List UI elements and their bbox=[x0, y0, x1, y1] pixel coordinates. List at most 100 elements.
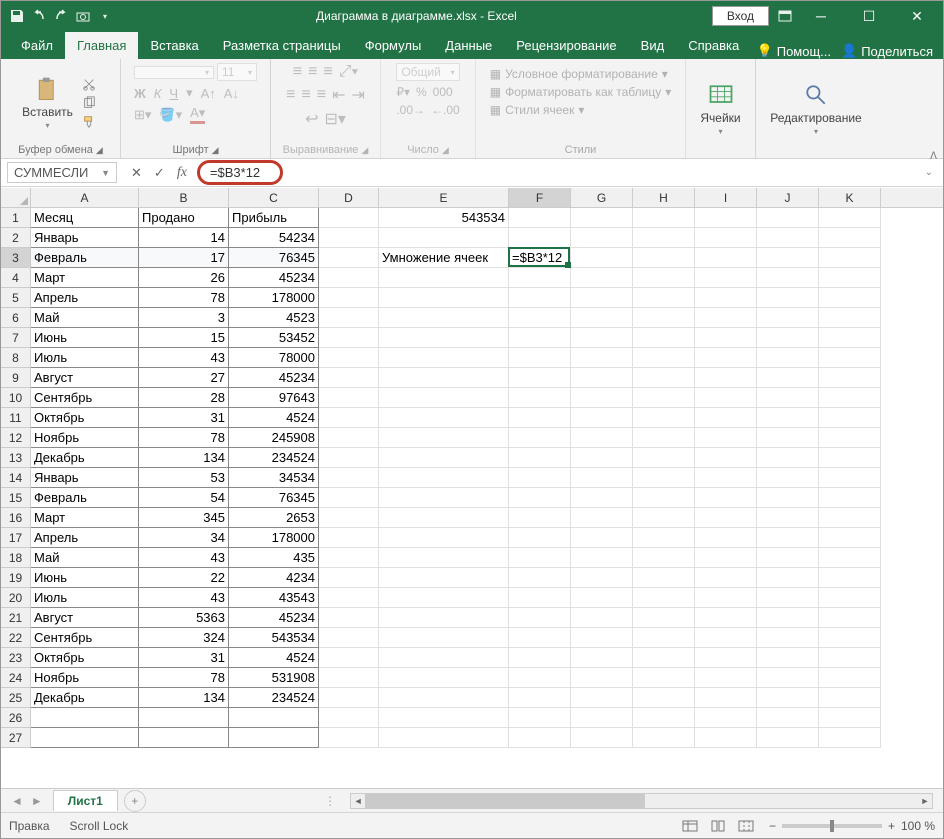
row-header[interactable]: 22 bbox=[1, 628, 31, 648]
cell[interactable]: Август bbox=[31, 368, 139, 388]
qat-dropdown-icon[interactable]: ▾ bbox=[97, 8, 113, 24]
cell[interactable]: 178000 bbox=[229, 288, 319, 308]
cancel-icon[interactable]: ✕ bbox=[131, 165, 142, 181]
cell[interactable] bbox=[379, 668, 509, 688]
cell[interactable] bbox=[319, 328, 379, 348]
zoom-slider[interactable] bbox=[782, 824, 882, 828]
cell[interactable] bbox=[695, 588, 757, 608]
cell[interactable] bbox=[571, 348, 633, 368]
cell[interactable]: 4234 bbox=[229, 568, 319, 588]
cell[interactable] bbox=[229, 708, 319, 728]
camera-icon[interactable] bbox=[75, 8, 91, 24]
cell[interactable] bbox=[695, 408, 757, 428]
row-header[interactable]: 17 bbox=[1, 528, 31, 548]
cell[interactable] bbox=[695, 608, 757, 628]
cell[interactable] bbox=[379, 508, 509, 528]
cell[interactable] bbox=[509, 668, 571, 688]
cell[interactable] bbox=[757, 268, 819, 288]
cell[interactable] bbox=[571, 228, 633, 248]
column-header[interactable]: E bbox=[379, 188, 509, 207]
cell[interactable] bbox=[695, 248, 757, 268]
cell[interactable]: 78 bbox=[139, 288, 229, 308]
cell[interactable] bbox=[379, 428, 509, 448]
cell[interactable]: 4523 bbox=[229, 308, 319, 328]
cell[interactable]: =$B3*12 bbox=[509, 248, 571, 268]
cell[interactable] bbox=[319, 468, 379, 488]
cell[interactable] bbox=[695, 628, 757, 648]
cell[interactable] bbox=[319, 248, 379, 268]
cell[interactable] bbox=[757, 448, 819, 468]
conditional-formatting-button[interactable]: ▦Условное форматирование ▾ bbox=[490, 67, 668, 81]
column-header[interactable]: D bbox=[319, 188, 379, 207]
cell[interactable] bbox=[633, 228, 695, 248]
cell[interactable]: Май bbox=[31, 308, 139, 328]
cell[interactable] bbox=[819, 668, 881, 688]
cell[interactable] bbox=[319, 568, 379, 588]
cell[interactable] bbox=[819, 328, 881, 348]
cell[interactable]: Февраль bbox=[31, 488, 139, 508]
cell[interactable] bbox=[757, 648, 819, 668]
row-header[interactable]: 8 bbox=[1, 348, 31, 368]
cell[interactable] bbox=[509, 648, 571, 668]
tab-home[interactable]: Главная bbox=[65, 32, 138, 59]
cell[interactable]: 45234 bbox=[229, 268, 319, 288]
column-header[interactable]: K bbox=[819, 188, 881, 207]
cell[interactable]: 234524 bbox=[229, 448, 319, 468]
cell[interactable] bbox=[695, 708, 757, 728]
cell[interactable] bbox=[633, 208, 695, 228]
format-painter-icon[interactable] bbox=[79, 114, 99, 130]
cell[interactable] bbox=[757, 368, 819, 388]
column-header[interactable]: B bbox=[139, 188, 229, 207]
align-right-icon[interactable]: ≡ bbox=[317, 86, 326, 104]
cell[interactable]: 2653 bbox=[229, 508, 319, 528]
cell[interactable] bbox=[757, 608, 819, 628]
cell-styles-button[interactable]: ▦Стили ячеек ▾ bbox=[490, 103, 585, 117]
cell[interactable] bbox=[819, 308, 881, 328]
cell[interactable]: 31 bbox=[139, 408, 229, 428]
cell[interactable] bbox=[571, 728, 633, 748]
cell[interactable] bbox=[379, 708, 509, 728]
cell[interactable] bbox=[379, 348, 509, 368]
tab-data[interactable]: Данные bbox=[433, 32, 504, 59]
select-all-corner[interactable] bbox=[1, 188, 31, 207]
cell[interactable] bbox=[319, 668, 379, 688]
cell[interactable] bbox=[379, 588, 509, 608]
cell[interactable] bbox=[509, 628, 571, 648]
cell[interactable]: 97643 bbox=[229, 388, 319, 408]
cell[interactable] bbox=[379, 328, 509, 348]
sheet-nav-prev-icon[interactable]: ◄ bbox=[11, 794, 23, 808]
cell[interactable] bbox=[695, 288, 757, 308]
row-header[interactable]: 14 bbox=[1, 468, 31, 488]
sheet-nav-next-icon[interactable]: ► bbox=[31, 794, 43, 808]
cell[interactable] bbox=[633, 288, 695, 308]
row-header[interactable]: 20 bbox=[1, 588, 31, 608]
cell[interactable] bbox=[31, 708, 139, 728]
cell[interactable] bbox=[695, 568, 757, 588]
cell[interactable] bbox=[819, 408, 881, 428]
orientation-icon[interactable]: ⤢▾ bbox=[339, 63, 359, 81]
page-layout-view-icon[interactable] bbox=[705, 817, 731, 835]
increase-font-icon[interactable]: A↑ bbox=[201, 86, 216, 101]
cell[interactable]: 14 bbox=[139, 228, 229, 248]
cell[interactable] bbox=[695, 488, 757, 508]
tab-insert[interactable]: Вставка bbox=[138, 32, 210, 59]
cell[interactable] bbox=[819, 628, 881, 648]
cell[interactable] bbox=[819, 568, 881, 588]
cell[interactable] bbox=[509, 428, 571, 448]
cell[interactable] bbox=[379, 688, 509, 708]
align-middle-icon[interactable]: ≡ bbox=[308, 63, 317, 81]
cell[interactable] bbox=[571, 688, 633, 708]
indent-inc-icon[interactable]: ⇥ bbox=[352, 85, 365, 105]
close-button[interactable]: ✕ bbox=[897, 2, 937, 30]
cell[interactable]: 54 bbox=[139, 488, 229, 508]
cell[interactable] bbox=[319, 428, 379, 448]
cell[interactable] bbox=[757, 388, 819, 408]
cell[interactable] bbox=[571, 548, 633, 568]
cell[interactable]: 54234 bbox=[229, 228, 319, 248]
cell[interactable] bbox=[571, 608, 633, 628]
cell[interactable] bbox=[757, 568, 819, 588]
cell[interactable]: 43 bbox=[139, 348, 229, 368]
row-header[interactable]: 4 bbox=[1, 268, 31, 288]
column-header[interactable]: H bbox=[633, 188, 695, 207]
cell[interactable] bbox=[571, 288, 633, 308]
